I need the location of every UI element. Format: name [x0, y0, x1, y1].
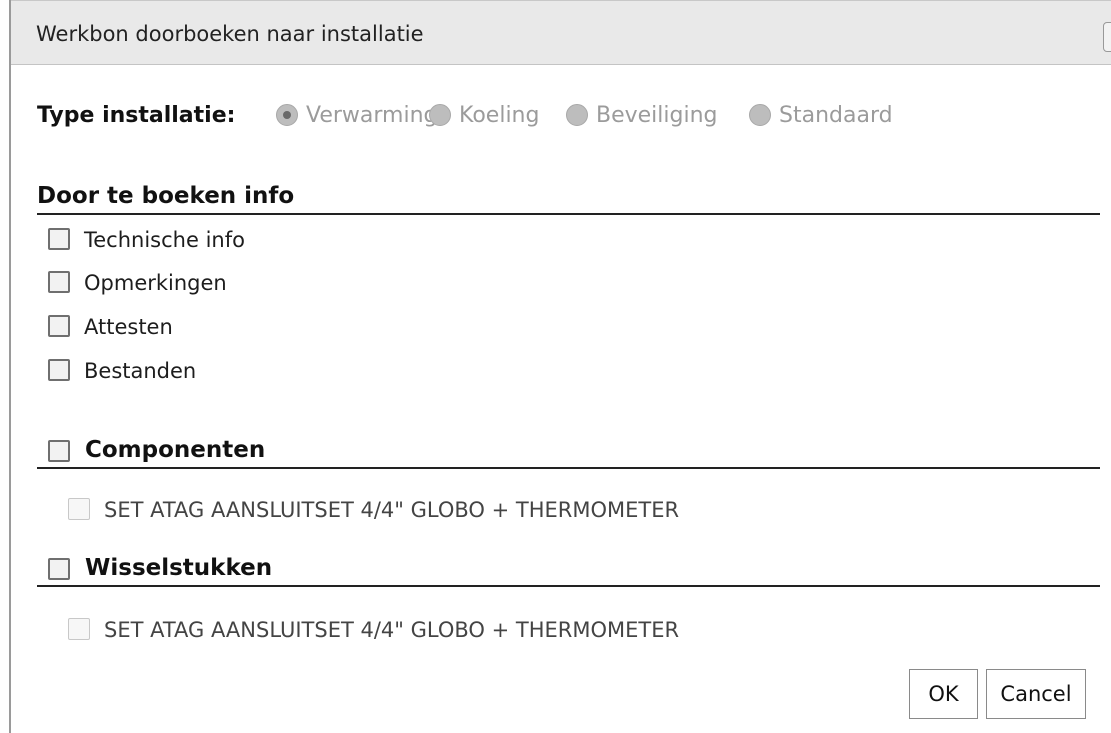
- dialog: Werkbon doorboeken naar installatie × Ty…: [0, 0, 1111, 733]
- radio-label: Verwarming: [306, 103, 438, 128]
- section-wisselstukken: Wisselstukken: [37, 553, 1100, 587]
- checkbox[interactable]: [48, 228, 70, 250]
- section-door-te-boeken: Door te boeken info: [37, 181, 1100, 215]
- dialog-left-border: [9, 0, 11, 733]
- checkbox[interactable]: [48, 315, 70, 337]
- section-componenten: Componenten: [37, 435, 1100, 469]
- dialog-titlebar: Werkbon doorboeken naar installatie ×: [11, 0, 1111, 65]
- radio-icon[interactable]: [566, 104, 588, 126]
- checkbox-label: Opmerkingen: [84, 271, 227, 295]
- radio-icon-selected[interactable]: [276, 104, 298, 126]
- section-heading: Componenten: [85, 437, 266, 463]
- checkbox-label: Attesten: [84, 315, 173, 339]
- checkbox[interactable]: [48, 271, 70, 293]
- checkbox-disabled[interactable]: [68, 498, 90, 520]
- wisselstukken-item-label: SET ATAG AANSLUITSET 4/4" GLOBO + THERMO…: [104, 618, 680, 642]
- close-button[interactable]: ×: [1103, 22, 1111, 52]
- checkbox-label: Bestanden: [84, 359, 197, 383]
- dialog-title: Werkbon doorboeken naar installatie: [36, 22, 424, 46]
- section-heading: Wisselstukken: [85, 555, 273, 581]
- radio-label: Beveiliging: [596, 103, 718, 128]
- type-installatie-label: Type installatie:: [37, 103, 236, 128]
- componenten-checkbox[interactable]: [48, 440, 70, 462]
- checkbox[interactable]: [48, 359, 70, 381]
- cancel-button[interactable]: Cancel: [986, 669, 1086, 719]
- radio-icon[interactable]: [429, 104, 451, 126]
- section-heading: Door te boeken info: [37, 183, 295, 209]
- checkbox-label: Technische info: [84, 228, 245, 252]
- radio-icon[interactable]: [749, 104, 771, 126]
- ok-button[interactable]: OK: [909, 669, 978, 719]
- checkbox-disabled[interactable]: [68, 618, 90, 640]
- radio-label: Standaard: [779, 103, 893, 128]
- wisselstukken-checkbox[interactable]: [48, 558, 70, 580]
- componenten-item-label: SET ATAG AANSLUITSET 4/4" GLOBO + THERMO…: [104, 498, 680, 522]
- radio-label: Koeling: [459, 103, 540, 128]
